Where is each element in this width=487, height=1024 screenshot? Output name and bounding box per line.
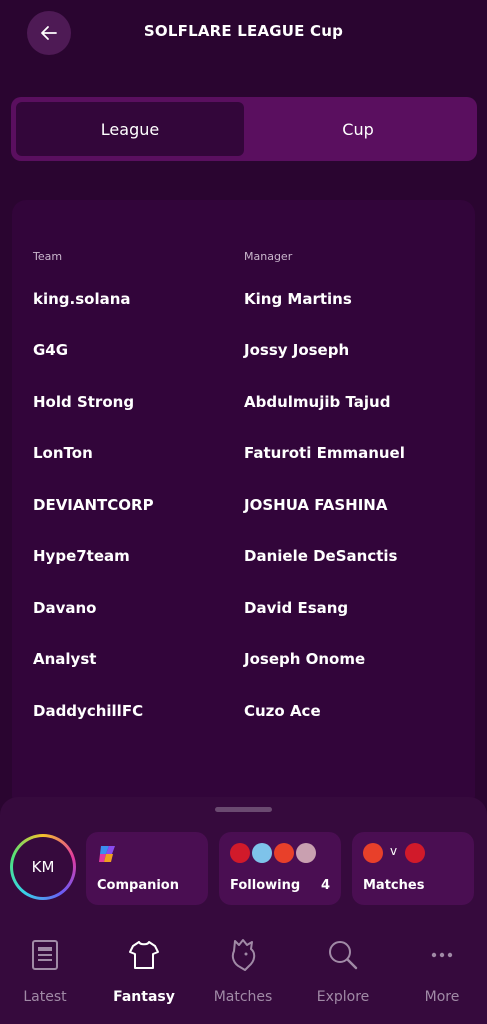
header: SOLFLARE LEAGUE Cup: [0, 0, 487, 66]
manager-name: Cuzo Ace: [244, 702, 321, 720]
arsenal-crest-icon: [230, 843, 250, 863]
shirt-icon: [126, 937, 162, 973]
manager-column-header: Manager: [244, 250, 293, 263]
matches-chip[interactable]: v Matches: [352, 832, 474, 905]
table-row[interactable]: Analyst Joseph Onome: [12, 650, 475, 674]
team-name: G4G: [33, 341, 69, 359]
avatar-initials: KM: [13, 837, 73, 897]
tab-league[interactable]: League: [16, 102, 244, 156]
following-label: Following: [230, 878, 301, 893]
table-row[interactable]: DEVIANTCORP JOSHUA FASHINA: [12, 496, 475, 520]
versus-label: v: [390, 844, 398, 858]
team-name: Hold Strong: [33, 393, 135, 411]
table-row[interactable]: Davano David Esang: [12, 599, 475, 623]
man-city-crest-icon: [252, 843, 272, 863]
matches-label: Matches: [363, 878, 425, 893]
man-utd-crest-icon: [363, 843, 383, 863]
search-icon: [325, 937, 361, 973]
manager-name: Faturoti Emmanuel: [244, 444, 405, 462]
companion-icon: [99, 846, 115, 862]
manager-name: Joseph Onome: [244, 650, 366, 668]
team-column-header: Team: [33, 250, 63, 263]
table-row[interactable]: king.solana King Martins: [12, 290, 475, 314]
manager-name: JOSHUA FASHINA: [244, 496, 388, 514]
nav-fantasy[interactable]: Fantasy: [99, 925, 189, 1024]
nav-label: Latest: [23, 989, 67, 1005]
companion-label: Companion: [97, 878, 179, 893]
manager-name: Abdulmujib Tajud: [244, 393, 391, 411]
arsenal-crest-icon: [405, 843, 425, 863]
team-name: king.solana: [33, 290, 131, 308]
table-row[interactable]: G4G Jossy Joseph: [12, 341, 475, 365]
standings-card: Team Manager king.solana King Martins G4…: [12, 200, 475, 810]
more-dots-icon: [424, 937, 460, 973]
team-name: DaddychillFC: [33, 702, 144, 720]
news-icon: [27, 937, 63, 973]
team-name: Davano: [33, 599, 97, 617]
nav-latest[interactable]: Latest: [0, 925, 90, 1024]
nav-explore[interactable]: Explore: [298, 925, 388, 1024]
team-name: Analyst: [33, 650, 97, 668]
tab-cup[interactable]: Cup: [244, 102, 472, 156]
player-avatar-icon: [296, 843, 316, 863]
manager-name: David Esang: [244, 599, 349, 617]
page-title: SOLFLARE LEAGUE Cup: [143, 22, 344, 40]
team-name: Hype7team: [33, 547, 130, 565]
league-cup-toggle: League Cup: [11, 97, 477, 161]
lion-icon: [225, 937, 261, 973]
following-chip[interactable]: Following 4: [219, 832, 341, 905]
team-name: LonTon: [33, 444, 93, 462]
manager-name: Jossy Joseph: [244, 341, 350, 359]
nav-label: Fantasy: [113, 989, 175, 1005]
nav-label: Explore: [316, 989, 370, 1005]
bottom-nav: Latest Fantasy Matches Explore More: [0, 925, 487, 1024]
nav-label: Matches: [213, 989, 273, 1005]
manager-name: King Martins: [244, 290, 352, 308]
companion-chip[interactable]: Companion: [86, 832, 208, 905]
nav-more[interactable]: More: [397, 925, 487, 1024]
table-row[interactable]: DaddychillFC Cuzo Ace: [12, 702, 475, 726]
man-utd-crest-icon: [274, 843, 294, 863]
table-row[interactable]: LonTon Faturoti Emmanuel: [12, 444, 475, 468]
drag-handle[interactable]: [215, 807, 272, 812]
nav-matches[interactable]: Matches: [198, 925, 288, 1024]
manager-name: Daniele DeSanctis: [244, 547, 398, 565]
avatar[interactable]: KM: [10, 834, 76, 900]
following-count: 4: [320, 878, 330, 893]
nav-label: More: [424, 989, 460, 1005]
team-name: DEVIANTCORP: [33, 496, 154, 514]
table-row[interactable]: Hype7team Daniele DeSanctis: [12, 547, 475, 571]
table-row[interactable]: Hold Strong Abdulmujib Tajud: [12, 393, 475, 417]
